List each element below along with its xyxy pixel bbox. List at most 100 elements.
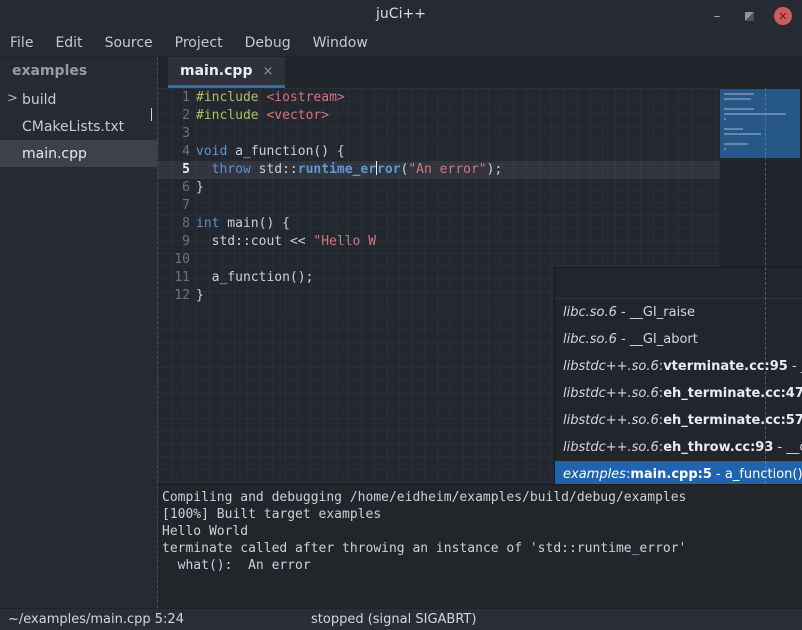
code-token: std::cout << bbox=[196, 234, 313, 249]
terminal-output[interactable]: Compiling and debugging /home/eidheim/ex… bbox=[158, 484, 802, 608]
code-line: a_function(); bbox=[196, 269, 502, 287]
tab-close-icon[interactable]: × bbox=[262, 64, 273, 79]
chevron-right-icon[interactable]: > bbox=[7, 91, 18, 106]
code-token: "An error" bbox=[408, 162, 486, 177]
stack-frame-file: main.cpp:5 bbox=[630, 467, 712, 482]
line-number: 7 bbox=[158, 197, 190, 215]
line-number: 2 bbox=[158, 107, 190, 125]
menu-item-debug[interactable]: Debug bbox=[245, 35, 291, 51]
code-token: throw bbox=[212, 162, 251, 177]
code-token: ror bbox=[377, 162, 400, 177]
minimap-line bbox=[724, 148, 726, 150]
tree-item-label: CMakeLists.txt bbox=[22, 119, 124, 135]
minimap-line bbox=[724, 98, 751, 100]
code-line: #include <iostream> bbox=[196, 89, 502, 107]
terminal-line: terminate called after throwing an insta… bbox=[162, 540, 802, 557]
code-token: std:: bbox=[251, 162, 298, 177]
app-window: juCi++ – ✕ File Edit Source Project Debug Win… bbox=[0, 0, 802, 630]
line-number: 4 bbox=[158, 143, 190, 161]
code-editor[interactable]: 123456789101112 #include <iostream>#incl… bbox=[158, 88, 802, 484]
minimize-icon: – bbox=[714, 9, 721, 24]
code-line: throw std::runtime_error("An error"); bbox=[196, 161, 502, 179]
stack-frame-library: libstdc++.so.6 bbox=[563, 413, 659, 428]
code-line bbox=[196, 251, 502, 269]
line-number: 8 bbox=[158, 215, 190, 233]
debug-status: stopped (signal SIGABRT) bbox=[311, 612, 476, 627]
code-token: void bbox=[196, 144, 227, 159]
code-token: "Hello W bbox=[313, 234, 376, 249]
stack-frame-library: examples bbox=[563, 467, 626, 482]
stack-frame-library: libc.so.6 bbox=[563, 305, 617, 320]
stack-frame-file: eh_terminate.cc:47 bbox=[663, 386, 802, 401]
line-number: 12 bbox=[158, 287, 190, 305]
window-title: juCi++ bbox=[0, 6, 802, 22]
code-line: std::cout << "Hello W bbox=[196, 233, 502, 251]
code-line bbox=[196, 125, 502, 143]
terminal-line: [100%] Built target examples bbox=[162, 506, 802, 523]
tab-main-cpp[interactable]: main.cpp × bbox=[168, 57, 285, 88]
menu-bar: File Edit Source Project Debug Window bbox=[0, 30, 802, 57]
menu-item-edit[interactable]: Edit bbox=[55, 35, 82, 51]
code-line: } bbox=[196, 287, 502, 305]
minimap-line bbox=[724, 128, 743, 130]
menu-item-project[interactable]: Project bbox=[175, 35, 223, 51]
stack-frame-library: libstdc++.so.6 bbox=[563, 386, 659, 401]
line-number: 3 bbox=[158, 125, 190, 143]
cursor-location: ~/examples/main.cpp 5:24 bbox=[8, 612, 184, 627]
title-bar[interactable]: juCi++ – ✕ bbox=[0, 0, 802, 30]
code-text[interactable]: #include <iostream>#include <vector>void… bbox=[196, 89, 502, 305]
minimap-line bbox=[724, 113, 786, 115]
code-line: void a_function() { bbox=[196, 143, 502, 161]
terminal-caret bbox=[151, 108, 152, 121]
code-line: #include <vector> bbox=[196, 107, 502, 125]
menu-item-source[interactable]: Source bbox=[105, 35, 153, 51]
code-token: a_function() { bbox=[227, 144, 344, 159]
code-token: } bbox=[196, 288, 204, 303]
close-icon: ✕ bbox=[778, 10, 787, 23]
tree-item-build[interactable]: > build bbox=[0, 86, 157, 113]
minimap-line bbox=[724, 93, 754, 95]
line-number: 9 bbox=[158, 233, 190, 251]
code-token: runtime_er bbox=[298, 162, 376, 177]
menu-item-window[interactable]: Window bbox=[313, 35, 368, 51]
menu-item-file[interactable]: File bbox=[10, 35, 33, 51]
code-token: ); bbox=[487, 162, 503, 177]
stack-frame-library: libstdc++.so.6 bbox=[563, 359, 659, 374]
line-number: 1 bbox=[158, 89, 190, 107]
code-token: <vector> bbox=[266, 108, 329, 123]
code-token: #include bbox=[196, 108, 259, 123]
code-minimap[interactable] bbox=[720, 89, 800, 158]
code-line bbox=[196, 197, 502, 215]
code-token: } bbox=[196, 180, 204, 195]
close-button[interactable]: ✕ bbox=[774, 7, 792, 25]
tree-item-main-cpp[interactable]: main.cpp bbox=[0, 140, 157, 167]
line-number: 5 bbox=[158, 161, 190, 179]
stack-frame-library: libc.so.6 bbox=[563, 332, 617, 347]
restore-button[interactable] bbox=[740, 7, 758, 25]
minimap-line bbox=[724, 108, 754, 110]
stack-frame-file: eh_terminate.cc:57 bbox=[663, 413, 802, 428]
tab-label: main.cpp bbox=[180, 63, 252, 79]
minimap-line bbox=[724, 118, 726, 120]
terminal-line: Compiling and debugging /home/eidheim/ex… bbox=[162, 489, 802, 506]
minimap-line bbox=[724, 133, 761, 135]
code-token: main() { bbox=[219, 216, 289, 231]
tab-bar: main.cpp × bbox=[158, 57, 802, 88]
minimap-line bbox=[724, 143, 748, 145]
code-line: } bbox=[196, 179, 502, 197]
code-token: <iostream> bbox=[266, 90, 344, 105]
code-token bbox=[196, 162, 212, 177]
terminal-line: what(): An error bbox=[162, 557, 802, 574]
code-line: int main() { bbox=[196, 215, 502, 233]
minimize-button[interactable]: – bbox=[708, 7, 726, 25]
stack-frame-file: vterminate.cc:95 bbox=[663, 359, 788, 374]
file-tree-panel: examples >buildCMakeLists.txtmain.cpp bbox=[0, 57, 158, 608]
line-number-gutter: 123456789101112 bbox=[158, 89, 190, 305]
status-bar: ~/examples/main.cpp 5:24 stopped (signal… bbox=[0, 608, 802, 630]
line-number: 10 bbox=[158, 251, 190, 269]
tree-item-cmakelists-txt[interactable]: CMakeLists.txt bbox=[0, 113, 157, 140]
tree-item-label: build bbox=[22, 92, 56, 108]
stack-frame-file: eh_throw.cc:93 bbox=[663, 440, 773, 455]
code-token: int bbox=[196, 216, 219, 231]
line-number: 6 bbox=[158, 179, 190, 197]
